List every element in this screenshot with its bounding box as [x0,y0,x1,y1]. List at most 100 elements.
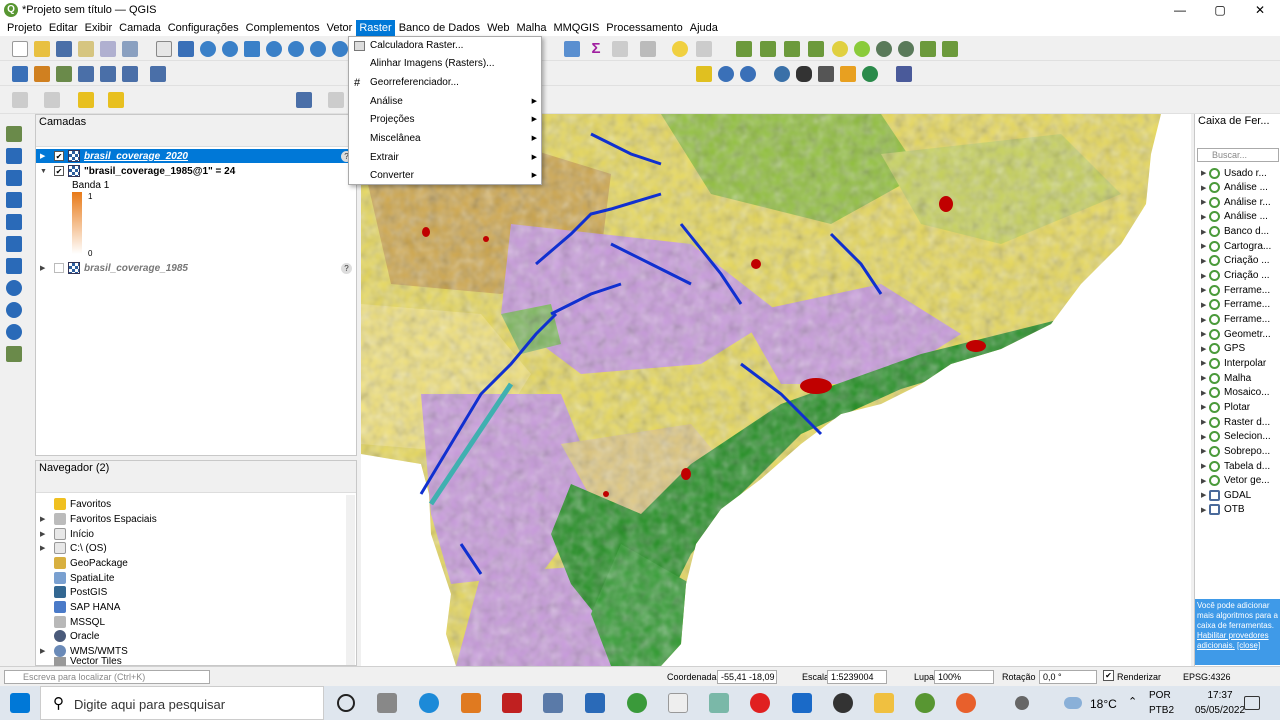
expand-arrow-icon[interactable]: ▶ [1201,359,1206,367]
layer-row-brasil-coverage-2020[interactable]: ▶ ✔ brasil_coverage_2020 ? [36,149,356,163]
python-console-icon[interactable] [774,66,790,82]
coordinate-field[interactable]: -55,41 -18,09 [717,670,777,684]
toolbox-item[interactable]: ▶ GPS [1201,342,1245,356]
render-checkbox[interactable]: ✔ [1103,670,1114,681]
expand-arrow-icon[interactable]: ▶ [1201,184,1206,192]
expand-arrow-icon[interactable]: ▶ [1201,477,1206,485]
add-wfs-layer-icon[interactable] [6,324,22,340]
menu-item-calculadora-raster[interactable]: Calculadora Raster... [349,37,541,55]
toolbox-item[interactable]: ▶ Plotar [1201,400,1250,414]
notepad-icon[interactable] [585,693,605,713]
toolbox-item[interactable]: ▶ Usado r... [1201,166,1267,180]
opera-icon[interactable] [750,693,770,713]
qgis-taskbar-icon[interactable] [915,693,935,713]
taskbar-search-box[interactable]: ⚲ Digite aqui para pesquisar [40,686,324,720]
tip-close-link[interactable]: [close] [1237,641,1260,650]
digitize-4-icon[interactable] [808,41,824,57]
minimize-button[interactable]: — [1160,0,1200,20]
add-spatialite-icon[interactable] [78,66,94,82]
print-layout-icon[interactable] [78,41,94,57]
magnifier-field[interactable]: 100% [934,670,994,684]
open-project-icon[interactable] [34,41,50,57]
menu-exibir[interactable]: Exibir [82,20,116,36]
ruler-icon[interactable] [640,41,656,57]
expand-arrow-icon[interactable]: ▶ [1201,447,1206,455]
expand-arrow-icon[interactable]: ▶ [1201,330,1206,338]
expand-arrow-icon[interactable]: ▶ [1201,301,1206,309]
menu-raster[interactable]: Raster [356,20,395,36]
scale-field[interactable]: 1:5239004 [827,670,887,684]
windows-start-icon[interactable] [10,693,30,713]
nav-item-c-drive[interactable]: ▶ C:\ (OS) [40,541,107,555]
expand-arrow-icon[interactable]: ▶ [1201,169,1206,177]
menu-mmqgis[interactable]: MMQGIS [550,20,602,36]
toolbox-item[interactable]: ▶ Vetor ge... [1201,474,1270,488]
clock-time[interactable]: 17:37 [1193,690,1247,701]
menu-complementos[interactable]: Complementos [243,20,323,36]
expand-arrow-icon[interactable]: ▶ [1201,198,1206,206]
zoom-in-icon[interactable] [200,41,216,57]
toolbox-item[interactable]: ▶ Banco d... [1201,225,1269,239]
identify-icon[interactable] [718,66,734,82]
measure-icon[interactable] [612,41,628,57]
add-wfs-icon[interactable] [150,66,166,82]
style-manager-icon[interactable] [122,41,138,57]
plugin-tool-3-icon[interactable] [862,66,878,82]
statistics-sigma-icon[interactable]: Σ [588,41,604,57]
add-raster-layer-icon[interactable] [6,148,22,164]
expand-arrow-icon[interactable]: ▶ [40,544,45,552]
expand-arrow-icon[interactable]: ▶ [1201,345,1206,353]
menu-web[interactable]: Web [484,20,512,36]
language-indicator[interactable]: POR [1149,690,1171,701]
locator-search-input[interactable]: Escreva para localizar (Ctrl+K) [4,670,210,684]
cortana-icon[interactable] [337,694,355,712]
toolbox-item[interactable]: ▶ Malha [1201,371,1251,385]
toolbox-search-input[interactable]: Buscar... [1197,148,1279,162]
digitize-icon[interactable] [736,41,752,57]
add-mesh-icon[interactable] [6,170,22,186]
toolbox-item[interactable]: ▶ Cartogra... [1201,239,1271,253]
layer-row-brasil-coverage-1985-expr[interactable]: ▼ ✔ "brasil_coverage_1985@1" = 24 [36,164,356,178]
add-wcs-icon[interactable] [6,302,22,318]
menu-editar[interactable]: Editar [46,20,81,36]
calculator-app-icon[interactable] [543,693,563,713]
menu-processamento[interactable]: Processamento [603,20,685,36]
new-shape-2-icon[interactable] [854,41,870,57]
toolbox-item[interactable]: ▶ Interpolar [1201,356,1266,370]
nav-item-sap-hana[interactable]: SAP HANA [40,600,120,614]
menu-vetor[interactable]: Vetor [324,20,356,36]
toolbox-item[interactable]: ▶ OTB [1201,503,1245,517]
binoculars-icon[interactable] [796,66,812,82]
expand-arrow-icon[interactable]: ▶ [1201,462,1206,470]
toolbox-item[interactable]: ▶ Ferrame... [1201,313,1270,327]
app-icon-1[interactable] [461,693,481,713]
nav-item-oracle[interactable]: Oracle [40,629,99,643]
pan-to-selection-icon[interactable] [178,41,194,57]
toolbox-item[interactable]: ▶ Sobrepo... [1201,444,1270,458]
menu-malha[interactable]: Malha [513,20,549,36]
collapse-arrow-icon[interactable]: ▼ [40,168,47,175]
add-gps-icon[interactable] [6,214,22,230]
add-postgis-icon[interactable] [6,236,22,252]
add-raster-icon[interactable] [34,66,50,82]
new-shape-3-icon[interactable] [876,41,892,57]
expand-arrow-icon[interactable]: ▶ [1201,403,1206,411]
add-virtual-icon[interactable] [100,66,116,82]
expand-arrow-icon[interactable]: ▶ [1201,389,1206,397]
plugin-tool-2-icon[interactable] [840,66,856,82]
map-tips-icon[interactable] [696,41,712,57]
nav-item-inicio[interactable]: ▶ Início [40,527,94,541]
layer-visibility-checkbox[interactable]: ✔ [54,166,64,176]
toolbox-item[interactable]: ▶ Criação ... [1201,254,1270,268]
zoom-full-icon[interactable] [244,41,260,57]
select-features-icon[interactable] [78,92,94,108]
chevron-up-icon[interactable]: ⌃ [1128,695,1137,708]
nav-item-postgis[interactable]: PostGIS [40,585,107,599]
triangle-tool-icon[interactable] [696,66,712,82]
new-shape-4-icon[interactable] [898,41,914,57]
expand-arrow-icon[interactable]: ▶ [1201,316,1206,324]
layout-manager-icon[interactable] [100,41,116,57]
menu-item-analise[interactable]: Análise ▶ [349,93,541,111]
new-shapefile-icon[interactable] [6,346,22,362]
edge-icon[interactable] [419,693,439,713]
